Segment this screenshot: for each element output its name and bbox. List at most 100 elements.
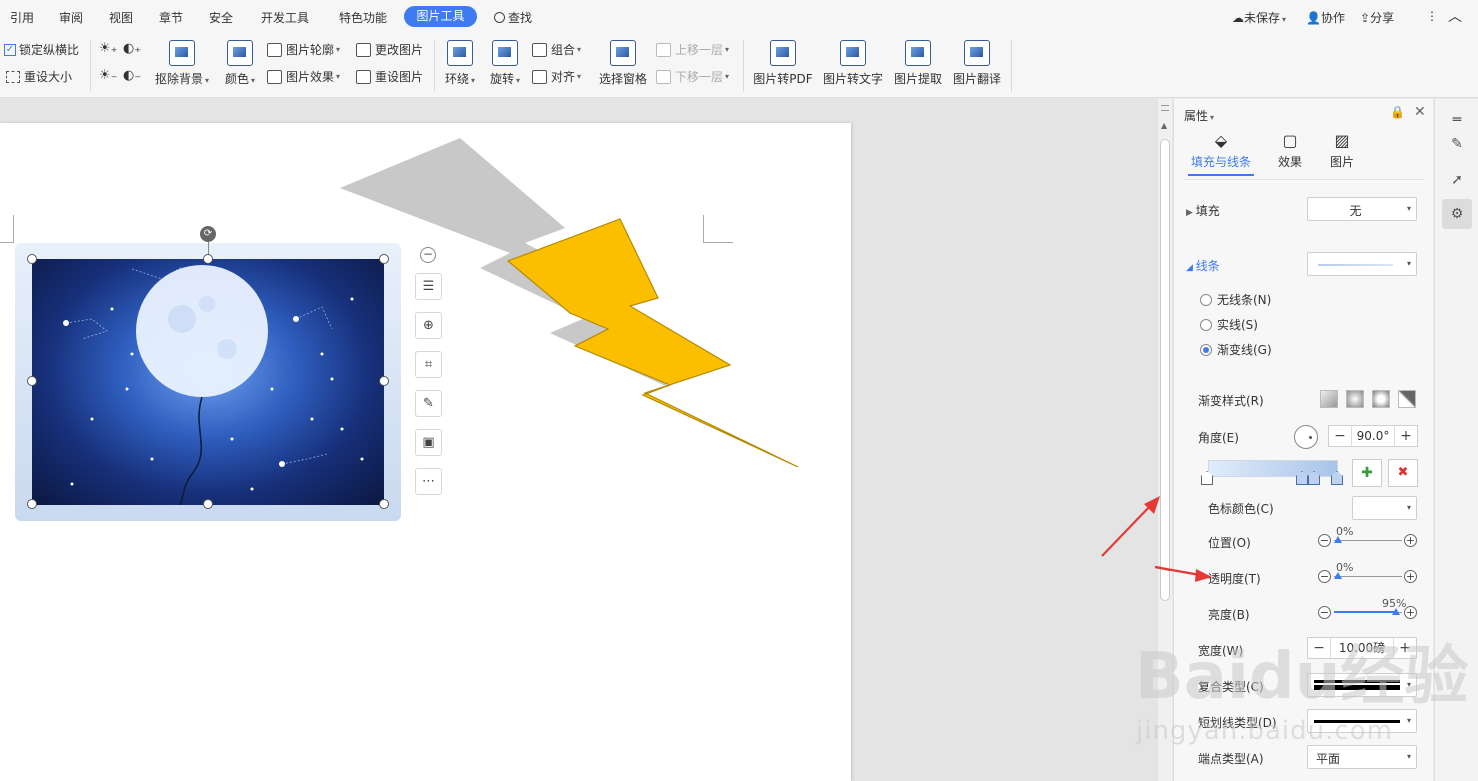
tab-review[interactable]: 审阅 xyxy=(59,9,83,26)
position-slider[interactable]: − 0% + xyxy=(1318,525,1418,548)
transparency-slider[interactable]: − 0% + xyxy=(1318,561,1418,584)
zoom-in-icon[interactable]: ⊕ xyxy=(415,312,442,339)
layout-options-icon[interactable]: ☰ xyxy=(415,273,442,300)
to-text-button[interactable]: 图片转文字 xyxy=(822,40,884,87)
share-button[interactable]: ⇪分享 xyxy=(1360,9,1394,26)
picture-frame[interactable] xyxy=(15,243,401,521)
properties-settings-icon[interactable]: ⚙ xyxy=(1442,199,1472,229)
change-picture-button[interactable]: 更改图片 xyxy=(356,41,423,58)
collapse-ribbon-icon[interactable]: ︿ xyxy=(1448,6,1462,26)
search-button[interactable]: 查找 xyxy=(494,9,532,26)
color-button[interactable]: 颜色 ▾ xyxy=(222,40,258,87)
more-menu-icon[interactable]: ⋮ xyxy=(1426,9,1438,23)
lock-icon[interactable]: 🔒 xyxy=(1390,105,1405,119)
panel-title[interactable]: 属性 ▾ xyxy=(1184,107,1214,124)
decrement-button[interactable]: − xyxy=(1318,570,1331,583)
remove-bg-button[interactable]: 抠除背景 ▾ xyxy=(154,40,210,87)
contrast-down-icon[interactable]: ◐₋ xyxy=(123,68,141,83)
contrast-up-icon[interactable]: ◐₊ xyxy=(123,41,141,56)
resize-handle-br[interactable] xyxy=(379,499,389,509)
outline-button[interactable]: 图片轮廓 ▾ xyxy=(267,41,340,58)
brightness-slider[interactable]: − 95% + xyxy=(1318,597,1418,620)
width-stepper[interactable]: −10.00磅 + xyxy=(1307,637,1417,659)
gradient-line-radio[interactable]: 渐变线(G) xyxy=(1200,341,1272,358)
increment-button[interactable]: + xyxy=(1394,638,1416,658)
close-icon[interactable]: ✕ xyxy=(1414,104,1426,120)
tab-references[interactable]: 引用 xyxy=(10,9,34,26)
resize-handle-bl[interactable] xyxy=(27,499,37,509)
rotate-handle[interactable]: ⟳ xyxy=(200,226,216,242)
resize-handle-r[interactable] xyxy=(379,376,389,386)
align-button[interactable]: 对齐 ▾ xyxy=(532,68,581,85)
reset-picture-button[interactable]: 重设图片 xyxy=(356,68,423,85)
translate-button[interactable]: 图片翻译 xyxy=(952,40,1002,87)
more-options-icon[interactable]: ⋯ xyxy=(415,468,442,495)
tab-picture-tools[interactable]: 图片工具 xyxy=(404,6,477,27)
tab-view[interactable]: 视图 xyxy=(109,9,133,26)
increment-button[interactable]: + xyxy=(1404,606,1417,619)
fill-section-toggle[interactable]: ▶ 填充 xyxy=(1186,202,1220,219)
group-button[interactable]: 组合 ▾ xyxy=(532,41,581,58)
wrap-button[interactable]: 环绕 ▾ xyxy=(443,40,477,87)
gradient-stop-bar[interactable] xyxy=(1208,460,1338,477)
cap-type-dropdown[interactable]: 平面 ▾ xyxy=(1307,745,1417,769)
gradient-rect-swatch[interactable] xyxy=(1372,390,1390,408)
decrement-button[interactable]: − xyxy=(1318,534,1331,547)
increment-button[interactable]: + xyxy=(1395,426,1417,446)
decrement-button[interactable]: − xyxy=(1308,638,1330,658)
cursor-icon[interactable]: ➚ xyxy=(1442,165,1472,195)
send-backward-button[interactable]: 下移一层 ▾ xyxy=(656,68,729,85)
gradient-radial-swatch[interactable] xyxy=(1346,390,1364,408)
line-section-toggle[interactable]: ◢ 线条 xyxy=(1186,257,1220,274)
angle-dial-icon[interactable] xyxy=(1294,425,1318,449)
resize-handle-l[interactable] xyxy=(27,376,37,386)
vertical-scrollbar[interactable]: ▲ xyxy=(1158,99,1172,781)
resize-handle-tr[interactable] xyxy=(379,254,389,264)
pen-icon[interactable]: ✎ xyxy=(1442,129,1472,159)
tab-features[interactable]: 特色功能 xyxy=(339,9,387,26)
night-sky-picture[interactable] xyxy=(32,259,384,505)
solid-line-radio[interactable]: 实线(S) xyxy=(1200,316,1258,333)
picture-settings-icon[interactable]: ▣ xyxy=(415,429,442,456)
remove-stop-button[interactable]: ✖ xyxy=(1388,459,1418,487)
add-stop-button[interactable]: ✚ xyxy=(1352,459,1382,487)
brightness-down-icon[interactable]: ☀₋ xyxy=(99,68,118,83)
scroll-up-icon[interactable]: ▲ xyxy=(1161,121,1167,130)
gradient-path-swatch[interactable] xyxy=(1398,390,1416,408)
reset-size-button[interactable]: 重设大小 xyxy=(6,68,72,85)
increment-button[interactable]: + xyxy=(1404,570,1417,583)
decrement-button[interactable]: − xyxy=(1329,426,1351,446)
lock-ratio-checkbox[interactable]: ✓ 锁定纵横比 xyxy=(4,41,79,58)
tab-security[interactable]: 安全 xyxy=(209,9,233,26)
width-value[interactable]: 10.00磅 xyxy=(1330,638,1394,658)
remove-bg-icon[interactable]: ✎ xyxy=(415,390,442,417)
resize-handle-b[interactable] xyxy=(203,499,213,509)
document-page[interactable]: ⟳ − ☰ ⊕ ⌗ ✎ ▣ ⋯ xyxy=(0,123,851,781)
tab-developer[interactable]: 开发工具 xyxy=(261,9,309,26)
dash-type-dropdown[interactable]: ▾ xyxy=(1307,709,1417,733)
resize-handle-t[interactable] xyxy=(203,254,213,264)
collab-button[interactable]: 👤协作 xyxy=(1306,9,1345,26)
rotate-button[interactable]: 旋转 ▾ xyxy=(488,40,522,87)
brightness-up-icon[interactable]: ☀₊ xyxy=(99,41,118,56)
line-dropdown[interactable]: ▾ xyxy=(1307,252,1417,276)
fill-dropdown[interactable]: 无 ▾ xyxy=(1307,197,1417,221)
no-line-radio[interactable]: 无线条(N) xyxy=(1200,291,1271,308)
tab-fill-line[interactable]: ⬙ 填充与线条 xyxy=(1188,131,1254,176)
selection-pane-button[interactable]: 选择窗格 xyxy=(598,40,648,87)
resize-handle-tl[interactable] xyxy=(27,254,37,264)
angle-stepper[interactable]: −90.0° + xyxy=(1328,425,1418,447)
crop-icon[interactable]: ⌗ xyxy=(415,351,442,378)
angle-value[interactable]: 90.0° xyxy=(1351,426,1395,446)
tab-effect[interactable]: ▢ 效果 xyxy=(1270,131,1310,170)
compound-type-dropdown[interactable]: ▾ xyxy=(1307,673,1417,697)
extract-button[interactable]: 图片提取 xyxy=(893,40,943,87)
decrement-button[interactable]: − xyxy=(1318,606,1331,619)
tab-picture[interactable]: ▨ 图片 xyxy=(1322,131,1362,170)
to-pdf-button[interactable]: 图片转PDF xyxy=(753,40,813,87)
gradient-linear-swatch[interactable] xyxy=(1320,390,1338,408)
tab-section[interactable]: 章节 xyxy=(159,9,183,26)
effect-button[interactable]: 图片效果 ▾ xyxy=(267,68,340,85)
increment-button[interactable]: + xyxy=(1404,534,1417,547)
document-canvas[interactable]: ⟳ − ☰ ⊕ ⌗ ✎ ▣ ⋯ xyxy=(0,99,1158,781)
